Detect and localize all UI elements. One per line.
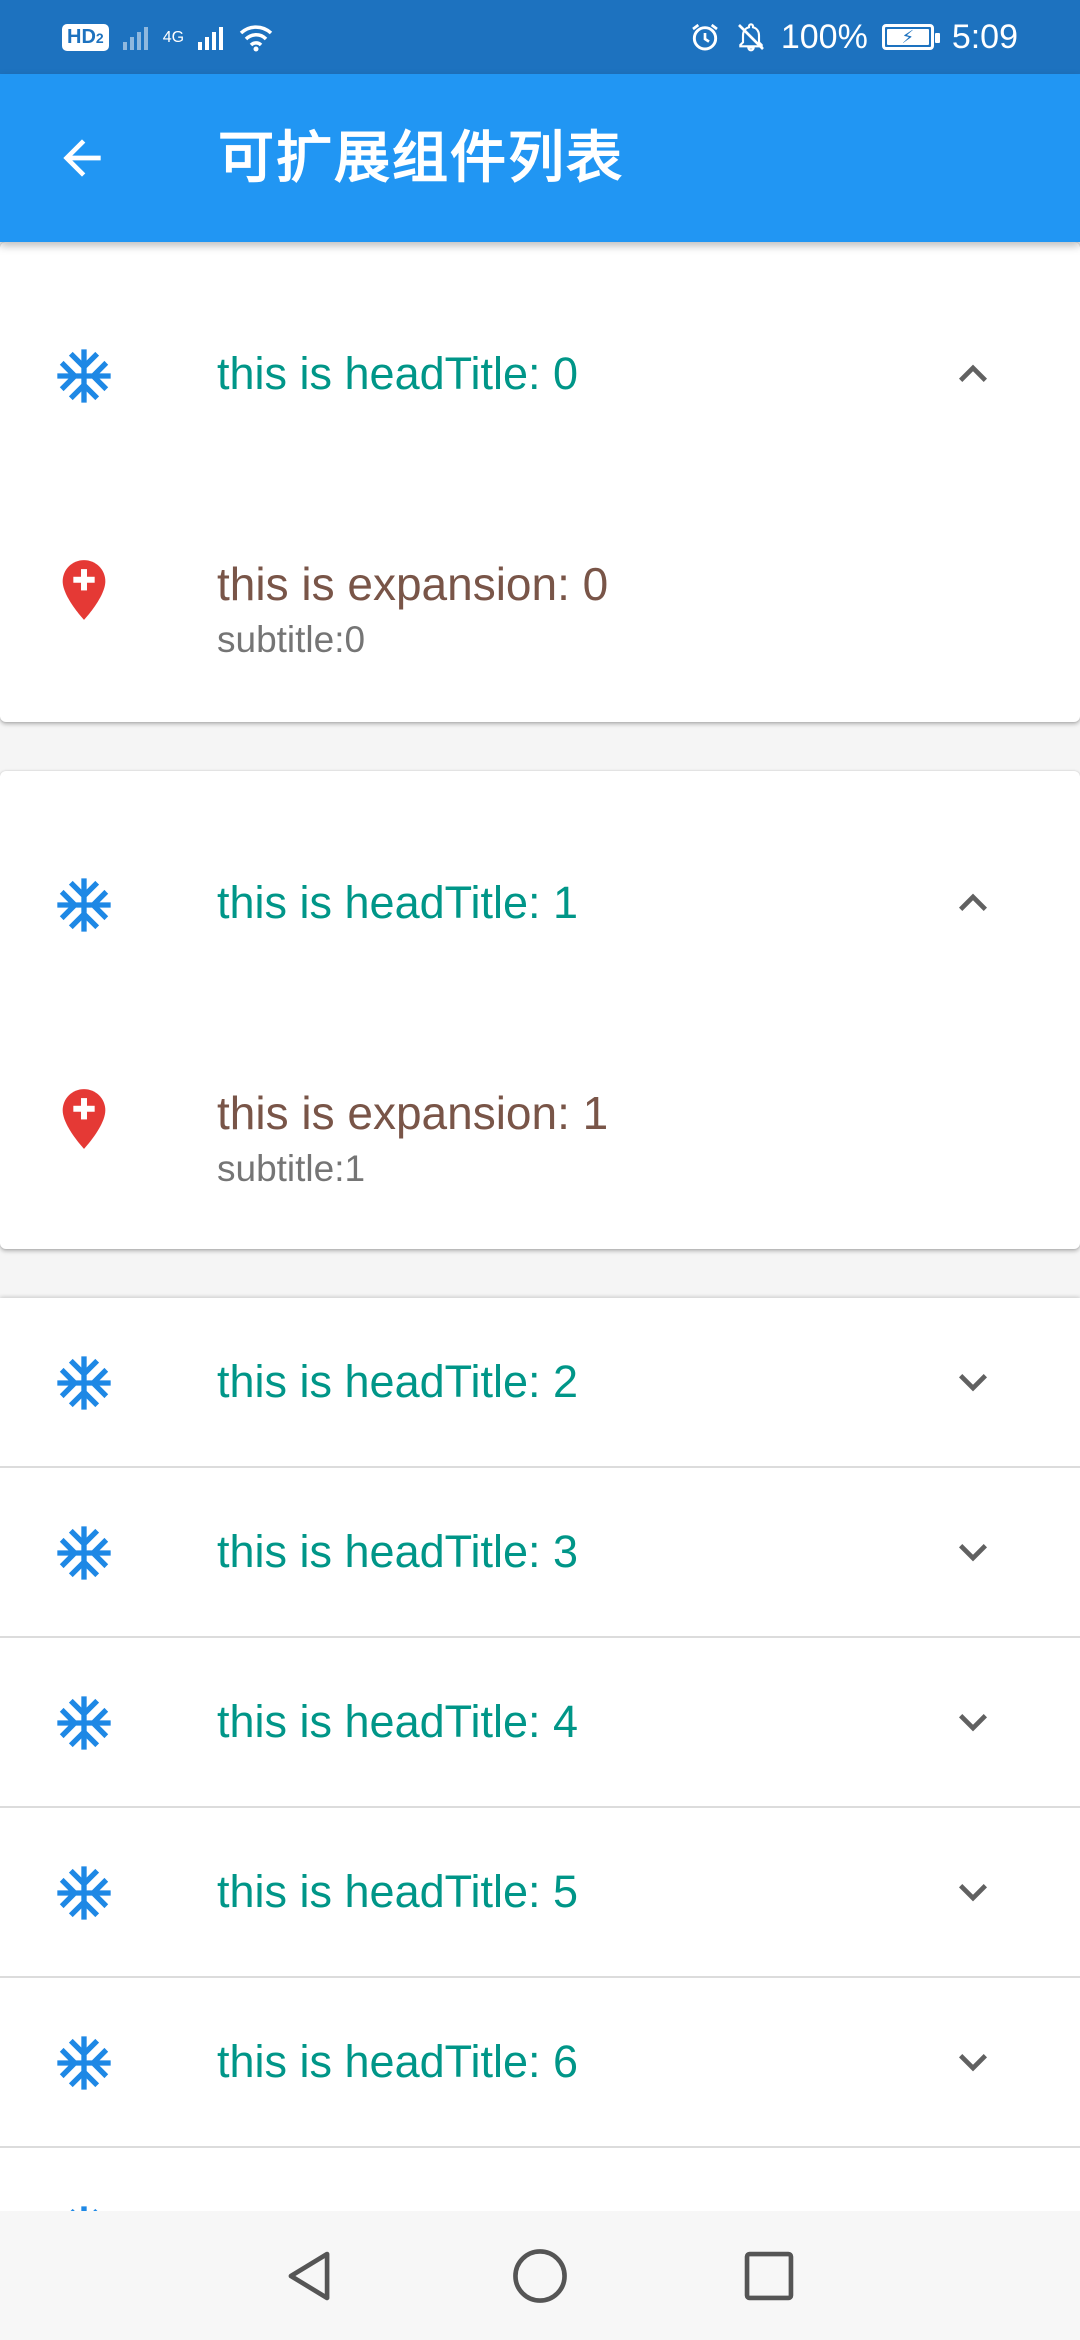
system-nav-bar (0, 2211, 1080, 2340)
expansion-subtitle-0: subtitle:0 (217, 619, 366, 660)
expand-more-icon[interactable] (945, 1354, 1001, 1410)
app-bar: 可扩展组件列表 (0, 74, 1080, 242)
clock: 5:09 (951, 17, 1018, 56)
hd-text: HD (67, 25, 96, 48)
alarm-icon (692, 23, 718, 51)
page-title: 可扩展组件列表 (218, 126, 624, 189)
panel-header-1[interactable]: this is headTitle: 1 (0, 771, 1080, 1041)
bell-off-icon (737, 23, 764, 52)
head-title-2: this is headTitle: 2 (217, 1356, 579, 1407)
status-left: HD2 4G (62, 22, 274, 52)
panel-header-4[interactable]: this is headTitle: 4 (0, 1638, 1080, 1808)
expansion-title-0: this is expansion: 0 (217, 558, 609, 610)
expansion-title-1: this is expansion: 1 (217, 1087, 609, 1139)
wifi-icon (239, 25, 273, 52)
signal-icon (122, 27, 148, 50)
expand-less-icon[interactable] (945, 346, 1001, 402)
snowflake-icon (52, 344, 116, 408)
arrow-back-icon (63, 139, 101, 177)
expansion-subtitle-1: subtitle:1 (217, 1148, 366, 1189)
hd-badge: HD2 (62, 23, 109, 51)
nav-home-icon[interactable] (509, 2245, 571, 2307)
panel-header-3[interactable]: this is headTitle: 3 (0, 1468, 1080, 1638)
nav-back-icon[interactable] (278, 2245, 340, 2307)
snowflake-icon (52, 1691, 116, 1755)
panel-header-2[interactable]: this is headTitle: 2 (0, 1298, 1080, 1468)
add-location-icon (58, 1087, 110, 1151)
signal-icon-2 (198, 27, 224, 50)
battery-icon: ⚡ (881, 24, 940, 50)
panel-header-6[interactable]: this is headTitle: 6 (0, 1978, 1080, 2148)
back-button[interactable] (44, 120, 120, 196)
expand-more-icon[interactable] (945, 1694, 1001, 1750)
nav-recents-icon[interactable] (738, 2245, 800, 2307)
head-title-6: this is headTitle: 6 (217, 2036, 579, 2087)
head-title-4: this is headTitle: 4 (217, 1696, 579, 1747)
snowflake-icon (52, 1351, 116, 1415)
network-type: 4G (162, 29, 185, 46)
snowflake-icon (52, 1521, 116, 1585)
collapsed-panels: this is headTitle: 2 this is headTitle: … (0, 1298, 1080, 2318)
expansion-panel-1: this is headTitle: 1 this is expansion: … (0, 771, 1080, 1249)
expand-more-icon[interactable] (945, 2034, 1001, 2090)
panel-header-0[interactable]: this is headTitle: 0 (0, 242, 1080, 512)
head-title-0: this is headTitle: 0 (217, 348, 579, 399)
snowflake-icon (52, 873, 116, 937)
head-title-1: this is headTitle: 1 (217, 877, 579, 928)
expansion-item-1[interactable]: this is expansion: 1 subtitle:1 (0, 1041, 1080, 1249)
expansion-panel-0: this is headTitle: 0 this is expansion: … (0, 242, 1080, 722)
head-title-3: this is headTitle: 3 (217, 1526, 579, 1577)
expand-more-icon[interactable] (945, 1524, 1001, 1580)
expansion-item-0[interactable]: this is expansion: 0 subtitle:0 (0, 512, 1080, 722)
snowflake-icon (52, 2031, 116, 2095)
add-location-icon (58, 558, 110, 622)
expand-less-icon[interactable] (945, 875, 1001, 931)
panel-header-5[interactable]: this is headTitle: 5 (0, 1808, 1080, 1978)
status-bar: HD2 4G 100% ⚡ 5:09 (0, 0, 1080, 74)
head-title-5: this is headTitle: 5 (217, 1866, 579, 1917)
hd-sub-text: 2 (95, 29, 104, 46)
expand-more-icon[interactable] (945, 1864, 1001, 1920)
battery-percent: 100% (780, 17, 868, 56)
status-right: 100% ⚡ 5:09 (689, 18, 1018, 57)
snowflake-icon (52, 1861, 116, 1925)
